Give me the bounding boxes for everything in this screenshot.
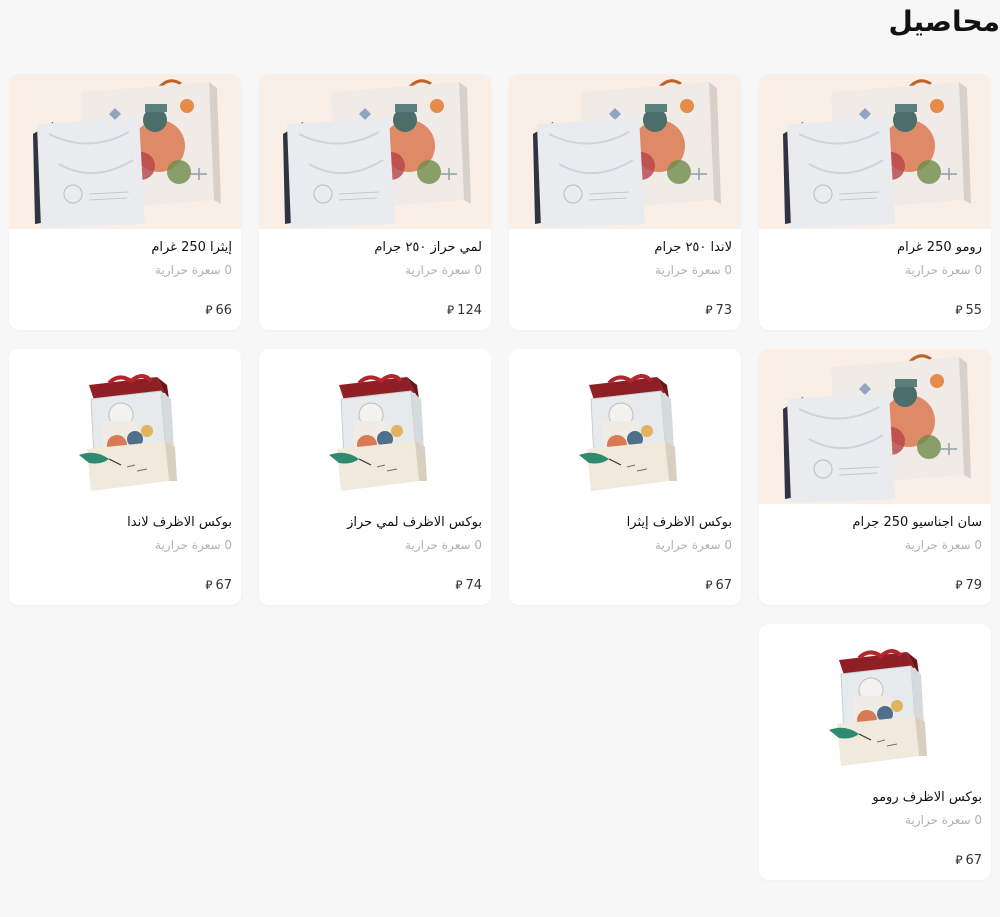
product-image[interactable] — [259, 74, 491, 229]
gift-box-image — [9, 349, 241, 504]
product-name: بوكس الاظرف إيثرا — [626, 515, 732, 530]
product-calories: 0 سعرة حرارية — [155, 538, 232, 552]
product-price: ⃁ 55 — [955, 303, 982, 318]
price-value: 73 — [715, 303, 732, 318]
gift-box-image — [759, 624, 991, 779]
product-name: بوكس الاظرف لمي حراز — [347, 515, 482, 530]
product-price: ⃁ 66 — [205, 303, 232, 318]
riyal-currency-icon: ⃁ — [955, 303, 963, 317]
product-calories: 0 سعرة حرارية — [155, 263, 232, 277]
product-card[interactable]: بوكس الاظرف إيثرا 0 سعرة حرارية ⃁ 67 — [509, 349, 741, 605]
product-calories: 0 سعرة حرارية — [655, 538, 732, 552]
product-name: بوكس الاظرف رومو — [872, 790, 982, 805]
price-value: 55 — [965, 303, 982, 318]
price-value: 74 — [465, 578, 482, 593]
product-price: ⃁ 67 — [955, 853, 982, 868]
coffee-bag-image — [509, 74, 741, 229]
product-image[interactable] — [509, 349, 741, 504]
product-calories: 0 سعرة حرارية — [655, 263, 732, 277]
riyal-currency-icon: ⃁ — [955, 578, 963, 592]
gift-box-image — [259, 349, 491, 504]
product-card[interactable]: لمي حراز ٢٥٠ جرام 0 سعرة حرارية ⃁ 124 — [259, 74, 491, 330]
product-name: سان اجناسيو 250 جرام — [852, 515, 982, 530]
product-image[interactable] — [9, 74, 241, 229]
product-price: ⃁ 67 — [705, 578, 732, 593]
product-name: إيثرا 250 غرام — [151, 240, 232, 255]
product-calories: 0 سعرة حرارية — [405, 538, 482, 552]
product-card[interactable]: سان اجناسيو 250 جرام 0 سعرة حرارية ⃁ 79 — [759, 349, 991, 605]
riyal-currency-icon: ⃁ — [705, 303, 713, 317]
product-calories: 0 سعرة حرارية — [905, 538, 982, 552]
product-name: لاندا ٢٥٠ جرام — [654, 240, 732, 255]
product-name: بوكس الاظرف لاندا — [127, 515, 232, 530]
product-price: ⃁ 73 — [705, 303, 732, 318]
product-name: لمي حراز ٢٥٠ جرام — [374, 240, 482, 255]
product-image[interactable] — [259, 349, 491, 504]
product-calories: 0 سعرة حرارية — [905, 813, 982, 827]
gift-box-image — [509, 349, 741, 504]
price-value: 66 — [215, 303, 232, 318]
coffee-bag-image — [759, 349, 991, 504]
product-price: ⃁ 79 — [955, 578, 982, 593]
riyal-currency-icon: ⃁ — [447, 303, 455, 317]
product-card[interactable]: لاندا ٢٥٠ جرام 0 سعرة حرارية ⃁ 73 — [509, 74, 741, 330]
price-value: 67 — [965, 853, 982, 868]
riyal-currency-icon: ⃁ — [705, 578, 713, 592]
product-image[interactable] — [509, 74, 741, 229]
product-image[interactable] — [9, 349, 241, 504]
product-price: ⃁ 67 — [205, 578, 232, 593]
product-image[interactable] — [759, 74, 991, 229]
product-card[interactable]: بوكس الاظرف لاندا 0 سعرة حرارية ⃁ 67 — [9, 349, 241, 605]
price-value: 79 — [965, 578, 982, 593]
riyal-currency-icon: ⃁ — [455, 578, 463, 592]
riyal-currency-icon: ⃁ — [955, 853, 963, 867]
product-card[interactable]: بوكس الاظرف رومو 0 سعرة حرارية ⃁ 67 — [759, 624, 991, 880]
riyal-currency-icon: ⃁ — [205, 578, 213, 592]
price-value: 67 — [215, 578, 232, 593]
riyal-currency-icon: ⃁ — [205, 303, 213, 317]
price-value: 67 — [715, 578, 732, 593]
product-card[interactable]: رومو 250 غرام 0 سعرة حرارية ⃁ 55 — [759, 74, 991, 330]
product-grid: رومو 250 غرام 0 سعرة حرارية ⃁ 55 لاندا ٢٥٠ … — [9, 74, 991, 880]
coffee-bag-image — [759, 74, 991, 229]
product-price: ⃁ 74 — [455, 578, 482, 593]
product-image[interactable] — [759, 624, 991, 779]
page-title: محاصيل — [888, 5, 1000, 38]
product-price: ⃁ 124 — [447, 303, 482, 318]
coffee-bag-image — [9, 74, 241, 229]
product-calories: 0 سعرة حرارية — [905, 263, 982, 277]
product-image[interactable] — [759, 349, 991, 504]
price-value: 124 — [457, 303, 482, 318]
coffee-bag-image — [259, 74, 491, 229]
product-calories: 0 سعرة حرارية — [405, 263, 482, 277]
product-card[interactable]: إيثرا 250 غرام 0 سعرة حرارية ⃁ 66 — [9, 74, 241, 330]
product-card[interactable]: بوكس الاظرف لمي حراز 0 سعرة حرارية ⃁ 74 — [259, 349, 491, 605]
product-name: رومو 250 غرام — [897, 240, 982, 255]
